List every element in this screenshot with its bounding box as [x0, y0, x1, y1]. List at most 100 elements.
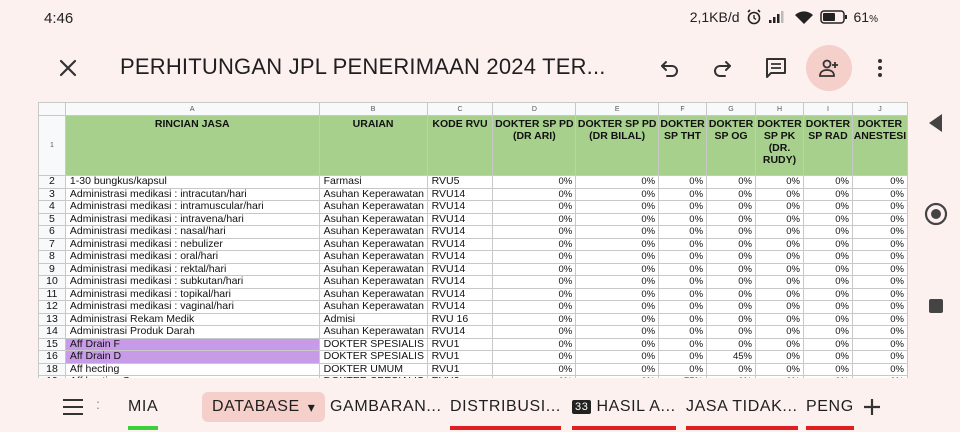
percentage-cell[interactable]: 0% — [755, 225, 804, 239]
uraian-cell[interactable]: Asuhan Keperawatan — [318, 250, 428, 264]
column-letter[interactable]: A — [64, 102, 320, 116]
percentage-cell[interactable]: 0% — [755, 362, 804, 376]
percentage-cell[interactable]: 0% — [658, 225, 708, 239]
percentage-cell[interactable]: 0% — [492, 350, 577, 364]
percentage-cell[interactable]: 0% — [492, 262, 577, 276]
kode-rvu-cell[interactable]: RVU1 — [426, 362, 494, 376]
column-header[interactable]: DOKTER SP PK (DR. RUDY) — [755, 115, 804, 176]
rincian-cell[interactable]: Administrasi medikasi : nasal/hari — [64, 225, 320, 239]
percentage-cell[interactable]: 0% — [658, 212, 708, 226]
redo-button[interactable] — [708, 54, 736, 82]
column-header[interactable]: URAIAN — [318, 115, 428, 176]
percentage-cell[interactable]: 0% — [492, 175, 577, 189]
percentage-cell[interactable]: 0% — [755, 300, 804, 314]
column-letter[interactable]: H — [755, 102, 804, 116]
percentage-cell[interactable]: 0% — [492, 200, 577, 214]
column-header[interactable]: KODE RVU — [426, 115, 494, 176]
percentage-cell[interactable]: 0% — [575, 300, 660, 314]
kode-rvu-cell[interactable]: RVU14 — [426, 212, 494, 226]
column-header[interactable]: DOKTER SP THT — [658, 115, 708, 176]
percentage-cell[interactable]: 0% — [658, 325, 708, 339]
percentage-cell[interactable]: 0% — [706, 250, 756, 264]
percentage-cell[interactable]: 0% — [802, 262, 853, 276]
percentage-cell[interactable]: 0% — [802, 175, 853, 189]
percentage-cell[interactable]: 0% — [658, 312, 708, 326]
home-nav-icon[interactable] — [924, 202, 948, 226]
percentage-cell[interactable]: 0% — [706, 262, 756, 276]
kode-rvu-cell[interactable]: RVU1 — [426, 350, 494, 364]
column-header[interactable]: DOKTER SP OG — [706, 115, 756, 176]
percentage-cell[interactable]: 0% — [851, 187, 908, 201]
row-number[interactable]: 2 — [38, 175, 66, 189]
row-number[interactable]: 18 — [38, 362, 66, 376]
sheet-tab[interactable]: DISTRIBUSI... — [450, 392, 561, 430]
percentage-cell[interactable]: 0% — [851, 350, 908, 364]
percentage-cell[interactable]: 0% — [851, 250, 908, 264]
rincian-cell[interactable]: Administrasi medikasi : rektal/hari — [64, 262, 320, 276]
uraian-cell[interactable]: Asuhan Keperawatan — [318, 325, 428, 339]
corner-cell[interactable] — [38, 102, 66, 116]
percentage-cell[interactable]: 0% — [658, 200, 708, 214]
column-header[interactable]: DOKTER SP PD (DR ARI) — [492, 115, 577, 176]
percentage-cell[interactable]: 0% — [575, 175, 660, 189]
row-number[interactable]: 11 — [38, 287, 66, 301]
rincian-cell[interactable]: Aff Drain D — [64, 350, 320, 364]
kode-rvu-cell[interactable]: RVU14 — [426, 200, 494, 214]
sheet-tab[interactable]: MIA — [128, 392, 159, 430]
column-letter[interactable]: F — [658, 102, 708, 116]
percentage-cell[interactable]: 0% — [575, 312, 660, 326]
percentage-cell[interactable]: 0% — [575, 250, 660, 264]
percentage-cell[interactable]: 0% — [851, 175, 908, 189]
column-header[interactable]: DOKTER SP RAD — [802, 115, 853, 176]
percentage-cell[interactable]: 0% — [706, 175, 756, 189]
percentage-cell[interactable]: 0% — [706, 225, 756, 239]
percentage-cell[interactable]: 0% — [802, 225, 853, 239]
percentage-cell[interactable]: 0% — [575, 200, 660, 214]
percentage-cell[interactable]: 0% — [851, 212, 908, 226]
column-header[interactable]: DOKTER ANESTESI — [851, 115, 908, 176]
percentage-cell[interactable]: 0% — [492, 225, 577, 239]
uraian-cell[interactable]: Farmasi — [318, 175, 428, 189]
percentage-cell[interactable]: 0% — [755, 237, 804, 251]
recents-nav-icon[interactable] — [928, 298, 944, 314]
add-sheet-icon[interactable] — [862, 397, 882, 417]
uraian-cell[interactable]: DOKTER SPESIALIS — [318, 375, 428, 378]
percentage-cell[interactable]: 0% — [706, 187, 756, 201]
percentage-cell[interactable]: 0% — [706, 375, 756, 378]
rincian-cell[interactable]: Aff hecting C — [64, 375, 320, 378]
row-number[interactable]: 8 — [38, 250, 66, 264]
percentage-cell[interactable]: 0% — [706, 212, 756, 226]
kode-rvu-cell[interactable]: RVU2 — [426, 375, 494, 378]
percentage-cell[interactable]: 0% — [851, 262, 908, 276]
rincian-cell[interactable]: Administrasi medikasi : intracutan/hari — [64, 187, 320, 201]
row-number[interactable]: 10 — [38, 275, 66, 289]
percentage-cell[interactable]: 0% — [575, 362, 660, 376]
column-header[interactable]: RINCIAN JASA — [64, 115, 320, 176]
percentage-cell[interactable]: 0% — [706, 300, 756, 314]
percentage-cell[interactable]: 0% — [706, 362, 756, 376]
percentage-cell[interactable]: 0% — [755, 325, 804, 339]
percentage-cell[interactable]: 45% — [706, 350, 756, 364]
percentage-cell[interactable]: 0% — [492, 325, 577, 339]
percentage-cell[interactable]: 0% — [802, 362, 853, 376]
rincian-cell[interactable]: Administrasi medikasi : vaginal/hari — [64, 300, 320, 314]
percentage-cell[interactable]: 0% — [575, 225, 660, 239]
rincian-cell[interactable]: Administrasi medikasi : nebulizer — [64, 237, 320, 251]
back-nav-icon[interactable] — [926, 112, 946, 134]
percentage-cell[interactable]: 0% — [492, 337, 577, 351]
kode-rvu-cell[interactable]: RVU14 — [426, 187, 494, 201]
percentage-cell[interactable]: 0% — [755, 287, 804, 301]
column-header[interactable]: DOKTER SP PD (DR BILAL) — [575, 115, 660, 176]
kode-rvu-cell[interactable]: RVU5 — [426, 175, 494, 189]
column-letter[interactable]: C — [426, 102, 494, 116]
percentage-cell[interactable]: 0% — [492, 362, 577, 376]
row-number[interactable]: 19 — [38, 375, 66, 378]
percentage-cell[interactable]: 0% — [575, 212, 660, 226]
uraian-cell[interactable]: Asuhan Keperawatan — [318, 237, 428, 251]
percentage-cell[interactable]: 0% — [851, 287, 908, 301]
share-button[interactable] — [806, 45, 852, 91]
percentage-cell[interactable]: 0% — [658, 337, 708, 351]
column-letter[interactable]: I — [802, 102, 853, 116]
percentage-cell[interactable]: 0% — [706, 325, 756, 339]
rincian-cell[interactable]: Administrasi Produk Darah — [64, 325, 320, 339]
